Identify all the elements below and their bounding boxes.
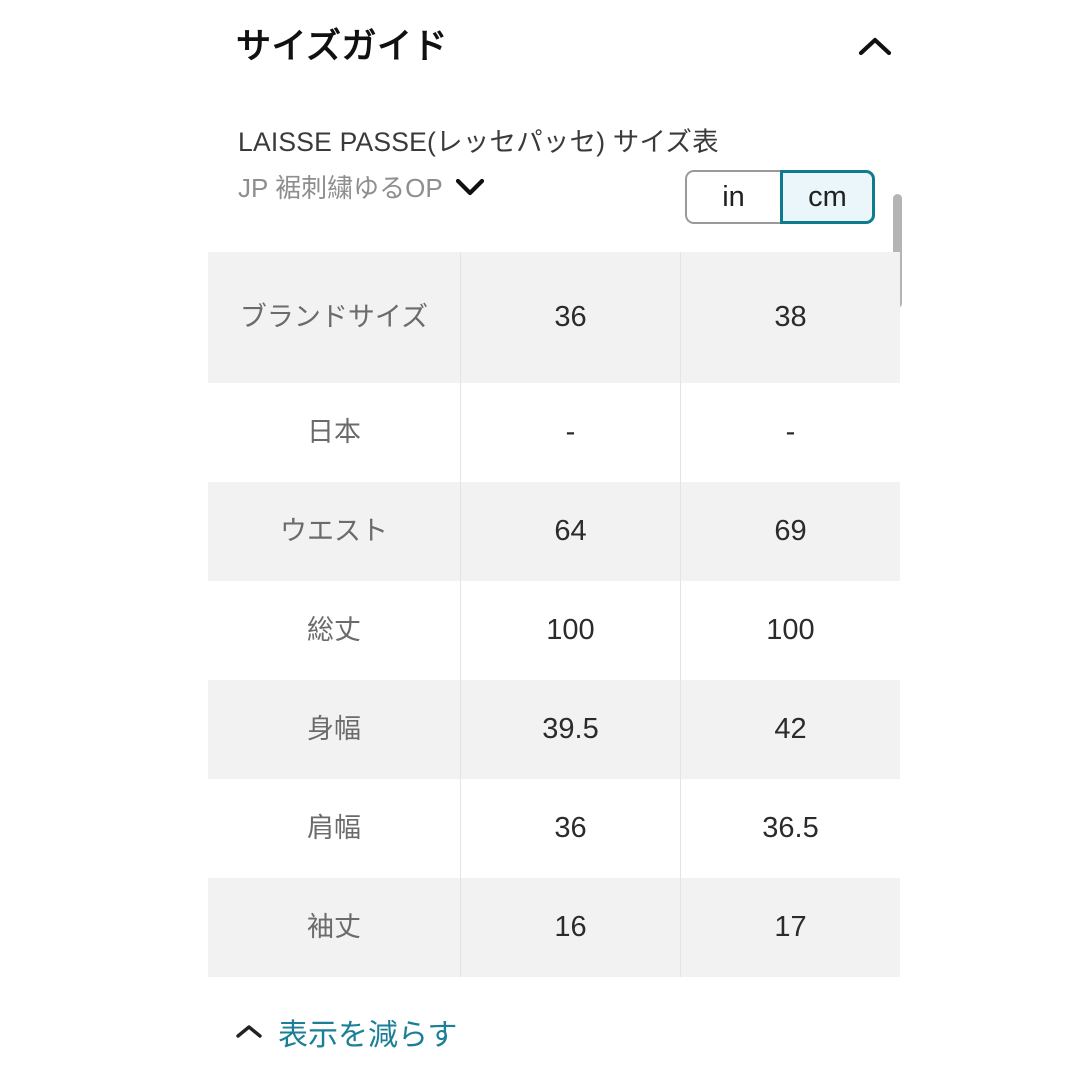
row-value: 69 [680, 482, 900, 581]
column-header-size-1: 36 [460, 252, 681, 383]
show-less-label: 表示を減らす [278, 1019, 458, 1052]
chevron-up-icon [858, 37, 892, 56]
row-value: 100 [680, 581, 900, 680]
row-label: ウエスト [208, 482, 461, 581]
row-header-label: ブランドサイズ [208, 252, 461, 383]
row-value: - [460, 383, 681, 482]
unit-toggle-in[interactable]: in [685, 170, 780, 224]
row-value: 42 [680, 680, 900, 779]
size-chart-body: ブランドサイズ 36 38 日本 - - ウエスト 64 69 総丈 100 1… [208, 252, 900, 977]
row-value: 64 [460, 482, 681, 581]
table-row: ウエスト 64 69 [208, 482, 900, 581]
table-row: 総丈 100 100 [208, 581, 900, 680]
row-label: 袖丈 [208, 878, 461, 977]
variant-selector[interactable]: JP 裾刺繍ゆるOP [238, 168, 485, 205]
size-chart-caption: LAISSE PASSE(レッセパッセ) サイズ表 [238, 127, 719, 157]
table-header-row: ブランドサイズ 36 38 [208, 252, 900, 383]
row-value: 39.5 [460, 680, 681, 779]
chevron-up-icon [236, 1025, 262, 1038]
row-value: 36 [460, 779, 681, 878]
chevron-down-icon [455, 178, 484, 195]
unit-toggle-group[interactable]: in cm [685, 170, 875, 224]
unit-toggle-cm[interactable]: cm [780, 170, 875, 224]
column-header-size-2: 38 [680, 252, 900, 383]
row-label: 総丈 [208, 581, 461, 680]
variant-selector-label: JP 裾刺繍ゆるOP [238, 173, 443, 203]
page-title: サイズガイド [236, 26, 448, 66]
table-row: 袖丈 16 17 [208, 878, 900, 977]
row-value: 16 [460, 878, 681, 977]
collapse-section-button[interactable] [852, 23, 898, 69]
size-chart-table: ブランドサイズ 36 38 日本 - - ウエスト 64 69 総丈 100 1… [208, 252, 900, 977]
table-row: 身幅 39.5 42 [208, 680, 900, 779]
row-value: 36.5 [680, 779, 900, 878]
table-row: 肩幅 36 36.5 [208, 779, 900, 878]
show-less-link[interactable]: 表示を減らす [236, 1010, 457, 1054]
size-guide-panel: サイズガイド LAISSE PASSE(レッセパッセ) サイズ表 JP 裾刺繍ゆ… [0, 0, 1080, 1080]
table-row: 日本 - - [208, 383, 900, 482]
row-value: 17 [680, 878, 900, 977]
size-guide-header: サイズガイド [236, 10, 898, 82]
row-label: 日本 [208, 383, 461, 482]
row-label: 肩幅 [208, 779, 461, 878]
row-value: 100 [460, 581, 681, 680]
row-value: - [680, 383, 900, 482]
row-label: 身幅 [208, 680, 461, 779]
